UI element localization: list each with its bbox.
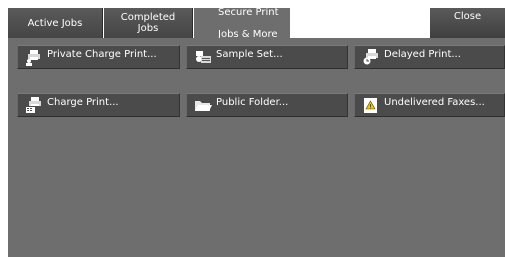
tab-bar-spacer xyxy=(290,8,429,38)
tab-completed-line-2: Jobs xyxy=(137,23,159,34)
public-folder-label: Public Folder... xyxy=(216,96,289,108)
undelivered-faxes-label: Undelivered Faxes... xyxy=(384,96,485,108)
close-button[interactable]: Close xyxy=(430,8,505,38)
sample-set-button[interactable]: Sample Set... xyxy=(186,45,348,69)
tab-completed-jobs-label: Completed Jobs xyxy=(121,12,176,34)
printer-keypad-icon xyxy=(24,96,44,114)
sample-set-label: Sample Set... xyxy=(216,48,283,60)
public-folder-button[interactable]: Public Folder... xyxy=(186,93,348,117)
secure-print-screen: Active Jobs Completed Jobs Secure Print … xyxy=(0,0,505,257)
tab-secure-print-label: Secure Print Jobs & More xyxy=(194,7,290,40)
private-charge-print-button[interactable]: Private Charge Print... xyxy=(17,45,180,69)
sample-set-icon xyxy=(193,48,213,66)
printer-user-icon xyxy=(24,48,44,66)
tab-active-jobs[interactable]: Active Jobs xyxy=(8,8,103,38)
tab-secure-print-jobs-more[interactable]: Secure Print Jobs & More xyxy=(194,7,290,40)
main-panel: Private Charge Print... Sample Set... De… xyxy=(8,38,505,257)
tab-completed-jobs[interactable]: Completed Jobs xyxy=(104,8,193,38)
delayed-print-label: Delayed Print... xyxy=(384,48,461,60)
undelivered-faxes-button[interactable]: Undelivered Faxes... xyxy=(354,93,505,117)
close-button-label: Close xyxy=(453,11,482,22)
tab-completed-line-1: Completed xyxy=(120,12,176,23)
tab-active-jobs-label: Active Jobs xyxy=(27,17,83,29)
delayed-print-button[interactable]: Delayed Print... xyxy=(354,45,505,69)
charge-print-label: Charge Print... xyxy=(47,96,119,108)
tab-secure-line-1: Secure Print xyxy=(218,6,279,18)
charge-print-button[interactable]: Charge Print... xyxy=(17,93,180,117)
tab-bar: Active Jobs Completed Jobs Secure Print … xyxy=(8,7,505,40)
printer-clock-icon xyxy=(361,48,381,66)
fax-warning-icon xyxy=(361,96,381,114)
private-charge-print-label: Private Charge Print... xyxy=(47,48,157,60)
folder-icon xyxy=(193,96,213,114)
